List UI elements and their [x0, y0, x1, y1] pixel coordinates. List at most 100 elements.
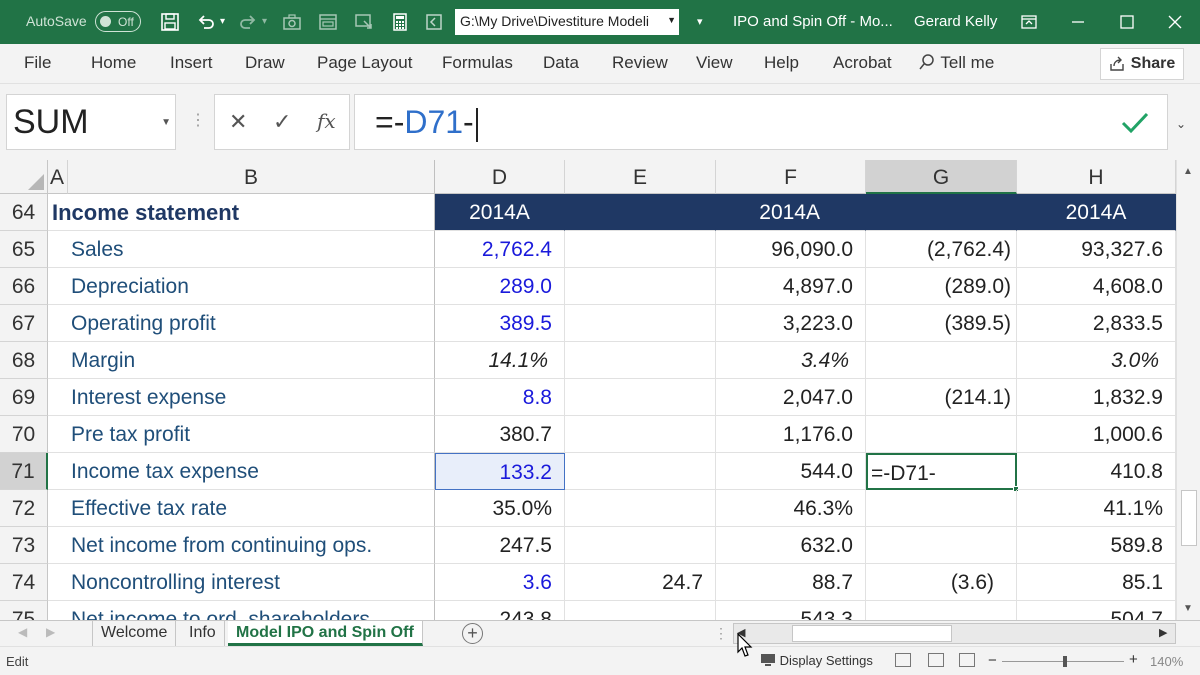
formula-input[interactable]: =-D71-: [354, 94, 1168, 150]
cell-d[interactable]: 380.7: [435, 416, 565, 453]
column-header-a[interactable]: A: [48, 160, 68, 194]
cell-g[interactable]: (2,762.4): [866, 231, 1017, 268]
user-name[interactable]: Gerard Kelly: [914, 13, 997, 30]
cell-h[interactable]: 1,832.9: [1017, 379, 1176, 416]
cell-g[interactable]: (389.5): [866, 305, 1017, 342]
cell-label[interactable]: Income statement: [48, 194, 435, 231]
column-header-b[interactable]: B: [68, 160, 435, 194]
cell-e[interactable]: [565, 305, 716, 342]
normal-view-icon[interactable]: [895, 653, 911, 667]
tab-insert[interactable]: Insert: [170, 53, 213, 73]
cell-f[interactable]: 3.4%: [716, 342, 866, 379]
redo-dropdown-icon[interactable]: ▾: [262, 16, 267, 27]
cell-h[interactable]: 1,000.6: [1017, 416, 1176, 453]
vertical-scrollbar[interactable]: ▲ ▼: [1176, 160, 1200, 620]
active-cell-g71[interactable]: =-D71-: [866, 453, 1019, 492]
cell-g[interactable]: (214.1): [866, 379, 1017, 416]
cell-g[interactable]: (3.6): [866, 564, 1017, 601]
zoom-in-icon[interactable]: +: [1129, 651, 1138, 668]
cell-label[interactable]: Pre tax profit: [48, 416, 435, 453]
tab-formulas[interactable]: Formulas: [442, 53, 513, 73]
cell-label[interactable]: Net income from continuing ops.: [48, 527, 435, 564]
resize-handle-icon[interactable]: ⋮: [190, 110, 206, 130]
tab-split-handle-icon[interactable]: ⋮: [714, 625, 728, 642]
cell-e[interactable]: [565, 416, 716, 453]
cell-f[interactable]: 88.7: [716, 564, 866, 601]
cell-label[interactable]: Sales: [48, 231, 435, 268]
cell-d[interactable]: 2,762.4: [435, 231, 565, 268]
cell-f[interactable]: 96,090.0: [716, 231, 866, 268]
referenced-cell-d71[interactable]: 133.2: [435, 453, 565, 490]
cell-f[interactable]: 2,047.0: [716, 379, 866, 416]
cell-g[interactable]: [866, 527, 1017, 564]
next-sheet-icon[interactable]: ▶: [46, 625, 55, 639]
cell-e[interactable]: [565, 527, 716, 564]
vertical-scroll-thumb[interactable]: [1181, 490, 1197, 546]
cell-f[interactable]: 2014A: [716, 194, 866, 231]
tab-view[interactable]: View: [696, 53, 733, 73]
cell-g[interactable]: (289.0): [866, 268, 1017, 305]
ribbon-display-icon[interactable]: [1014, 8, 1044, 36]
cell-d[interactable]: 3.6: [435, 564, 565, 601]
cell-label[interactable]: Net income to ord. shareholders: [48, 601, 435, 620]
cell-h[interactable]: 2014A: [1017, 194, 1176, 231]
cell-d[interactable]: 247.5: [435, 527, 565, 564]
cell-d[interactable]: 14.1%: [435, 342, 565, 379]
zoom-out-icon[interactable]: −: [988, 652, 997, 669]
row-header[interactable]: 69: [0, 379, 48, 416]
cell-label[interactable]: Noncontrolling interest: [48, 564, 435, 601]
share-button[interactable]: Share: [1100, 48, 1184, 80]
cell-label[interactable]: Margin: [48, 342, 435, 379]
cell-h[interactable]: 93,327.6: [1017, 231, 1176, 268]
cell-label[interactable]: Interest expense: [48, 379, 435, 416]
cell-h[interactable]: 85.1: [1017, 564, 1176, 601]
cell-e[interactable]: [565, 342, 716, 379]
cell-d[interactable]: 389.5: [435, 305, 565, 342]
close-icon[interactable]: [1160, 8, 1190, 36]
cell-h[interactable]: 410.8: [1017, 453, 1176, 490]
scroll-down-icon[interactable]: ▼: [1183, 603, 1193, 614]
undo-dropdown-icon[interactable]: ▾: [220, 16, 225, 27]
redo-icon[interactable]: [236, 10, 260, 34]
row-header[interactable]: 66: [0, 268, 48, 305]
cell-g[interactable]: [866, 601, 1017, 620]
tab-data[interactable]: Data: [543, 53, 579, 73]
cell-h[interactable]: 3.0%: [1017, 342, 1176, 379]
cell-e[interactable]: [565, 379, 716, 416]
cell-e[interactable]: [565, 268, 716, 305]
row-header[interactable]: 64: [0, 194, 48, 231]
page-layout-view-icon[interactable]: [928, 653, 944, 667]
autosave-toggle[interactable]: Off: [95, 11, 141, 32]
cell-g[interactable]: [866, 416, 1017, 453]
chevron-down-icon[interactable]: ▼: [161, 117, 171, 128]
tab-review[interactable]: Review: [612, 53, 668, 73]
name-box[interactable]: SUM ▼: [6, 94, 176, 150]
minimize-icon[interactable]: [1063, 8, 1093, 36]
insert-function-icon[interactable]: fx: [317, 109, 336, 133]
maximize-icon[interactable]: [1112, 8, 1142, 36]
cell-g[interactable]: [866, 342, 1017, 379]
sheet-tab-info[interactable]: Info: [181, 621, 225, 646]
camera-icon[interactable]: [280, 10, 304, 34]
cell-g[interactable]: [866, 490, 1017, 527]
cell-e[interactable]: [565, 453, 716, 490]
form-icon[interactable]: [316, 10, 340, 34]
sheet-tab-welcome[interactable]: Welcome: [92, 621, 177, 646]
row-header[interactable]: 68: [0, 342, 48, 379]
undo-icon[interactable]: [194, 10, 218, 34]
cell-d[interactable]: 35.0%: [435, 490, 565, 527]
cell-label[interactable]: Income tax expense: [48, 453, 435, 490]
zoom-level[interactable]: 140%: [1150, 654, 1183, 669]
cell-h[interactable]: 4,608.0: [1017, 268, 1176, 305]
cell-f[interactable]: 544.0: [716, 453, 866, 490]
cell-e[interactable]: [565, 490, 716, 527]
scroll-up-icon[interactable]: ▲: [1183, 166, 1193, 177]
cell-d[interactable]: 289.0: [435, 268, 565, 305]
page-break-view-icon[interactable]: [959, 653, 975, 667]
sheet-tab-model[interactable]: Model IPO and Spin Off: [228, 621, 423, 646]
zoom-slider-knob[interactable]: [1063, 656, 1067, 667]
cell-e[interactable]: 24.7: [565, 564, 716, 601]
tab-help[interactable]: Help: [764, 53, 799, 73]
cell-f[interactable]: 632.0: [716, 527, 866, 564]
select-all-corner[interactable]: [0, 160, 48, 194]
